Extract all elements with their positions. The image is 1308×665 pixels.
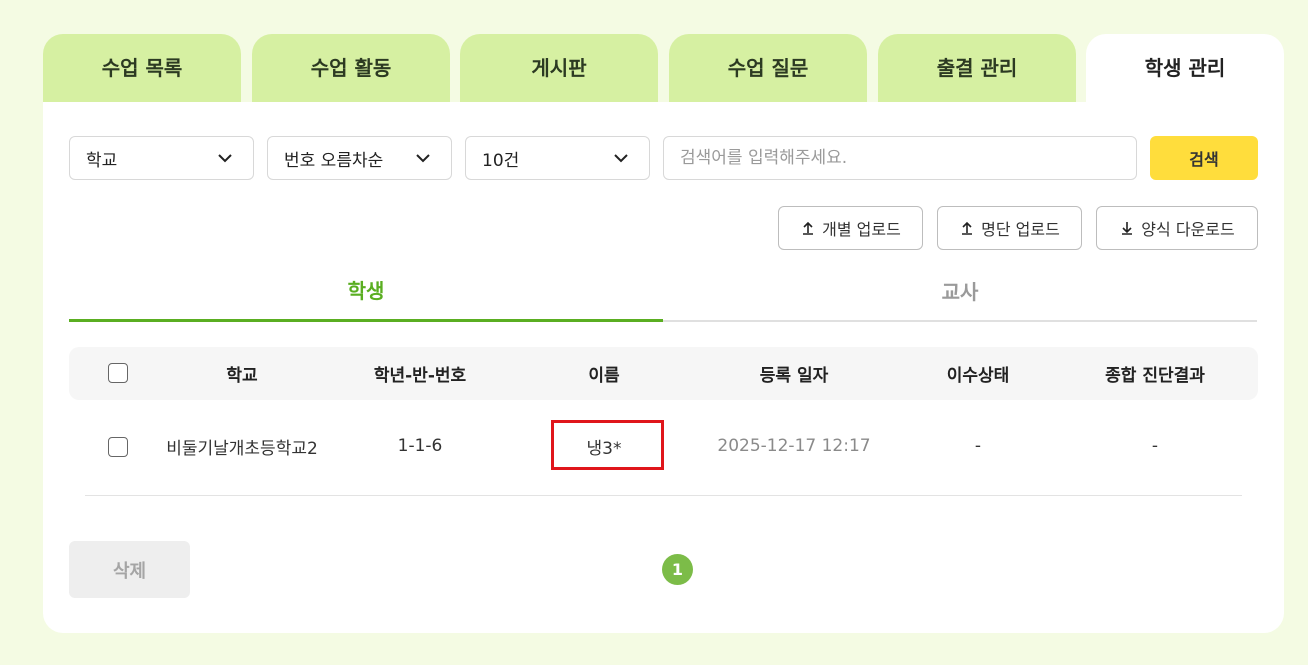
column-header-diagnosis-result: 종합 진단결과 — [1105, 366, 1205, 386]
roster-upload-button[interactable]: 명단 업로드 — [937, 206, 1082, 250]
cell-registered-date: 2025-12-17 12:17 — [717, 436, 871, 456]
row-checkbox[interactable] — [108, 437, 128, 457]
column-header-school: 학교 — [226, 366, 258, 386]
template-download-label: 양식 다운로드 — [1141, 220, 1235, 239]
name-cell-highlight-box — [551, 420, 664, 470]
school-select[interactable]: 학교 — [69, 136, 254, 180]
column-header-completion-status: 이수상태 — [946, 366, 1010, 386]
delete-button[interactable]: 삭제 — [69, 541, 190, 598]
tab-class-list[interactable]: 수업 목록 — [43, 34, 241, 103]
school-select-value: 학교 — [86, 150, 118, 171]
main-tab-bar: 수업 목록 수업 활동 게시판 수업 질문 출결 관리 학생 관리 — [43, 34, 1284, 103]
cell-grade-class-number: 1-1-6 — [397, 436, 443, 456]
table-header: 학교 학년-반-번호 이름 등록 일자 이수상태 종합 진단결과 — [69, 347, 1258, 400]
role-subtabs: 학생 교사 — [69, 260, 1257, 322]
subtab-teacher[interactable]: 교사 — [663, 260, 1257, 322]
search-button[interactable]: 검색 — [1150, 136, 1258, 180]
individual-upload-button[interactable]: 개별 업로드 — [778, 206, 923, 250]
chevron-down-icon — [614, 154, 628, 163]
tab-class-activity[interactable]: 수업 활동 — [252, 34, 450, 103]
page-size-select[interactable]: 10건 — [465, 136, 650, 180]
sort-select-value: 번호 오름차순 — [284, 150, 384, 171]
upload-icon — [803, 221, 814, 235]
sort-select[interactable]: 번호 오름차순 — [267, 136, 452, 180]
individual-upload-label: 개별 업로드 — [822, 220, 901, 239]
tab-board[interactable]: 게시판 — [460, 34, 658, 103]
pagination-page-1[interactable]: 1 — [662, 554, 693, 585]
cell-completion-status: - — [974, 436, 982, 456]
tab-student-management[interactable]: 학생 관리 — [1086, 34, 1284, 103]
student-management-panel: 학교 번호 오름차순 10건 검색 개별 업로드 명단 업로드 양식 다운로드 … — [43, 102, 1284, 633]
tab-attendance[interactable]: 출결 관리 — [878, 34, 1076, 103]
cell-school: 비둘기날개초등학교2 — [166, 438, 318, 459]
column-header-grade-class-number: 학년-반-번호 — [373, 366, 467, 386]
subtab-student[interactable]: 학생 — [69, 260, 663, 322]
row-divider — [85, 495, 1242, 496]
column-header-registered-date: 등록 일자 — [759, 366, 829, 386]
template-download-button[interactable]: 양식 다운로드 — [1096, 206, 1258, 250]
download-icon — [1122, 222, 1133, 235]
chevron-down-icon — [416, 154, 430, 163]
chevron-down-icon — [218, 154, 232, 163]
search-input[interactable] — [663, 136, 1137, 180]
tab-class-questions[interactable]: 수업 질문 — [669, 34, 867, 103]
roster-upload-label: 명단 업로드 — [981, 220, 1060, 239]
cell-diagnosis-result: - — [1151, 436, 1159, 456]
select-all-checkbox[interactable] — [108, 363, 128, 383]
column-header-name: 이름 — [588, 366, 620, 386]
upload-icon — [962, 221, 973, 235]
page-size-select-value: 10건 — [482, 150, 520, 171]
